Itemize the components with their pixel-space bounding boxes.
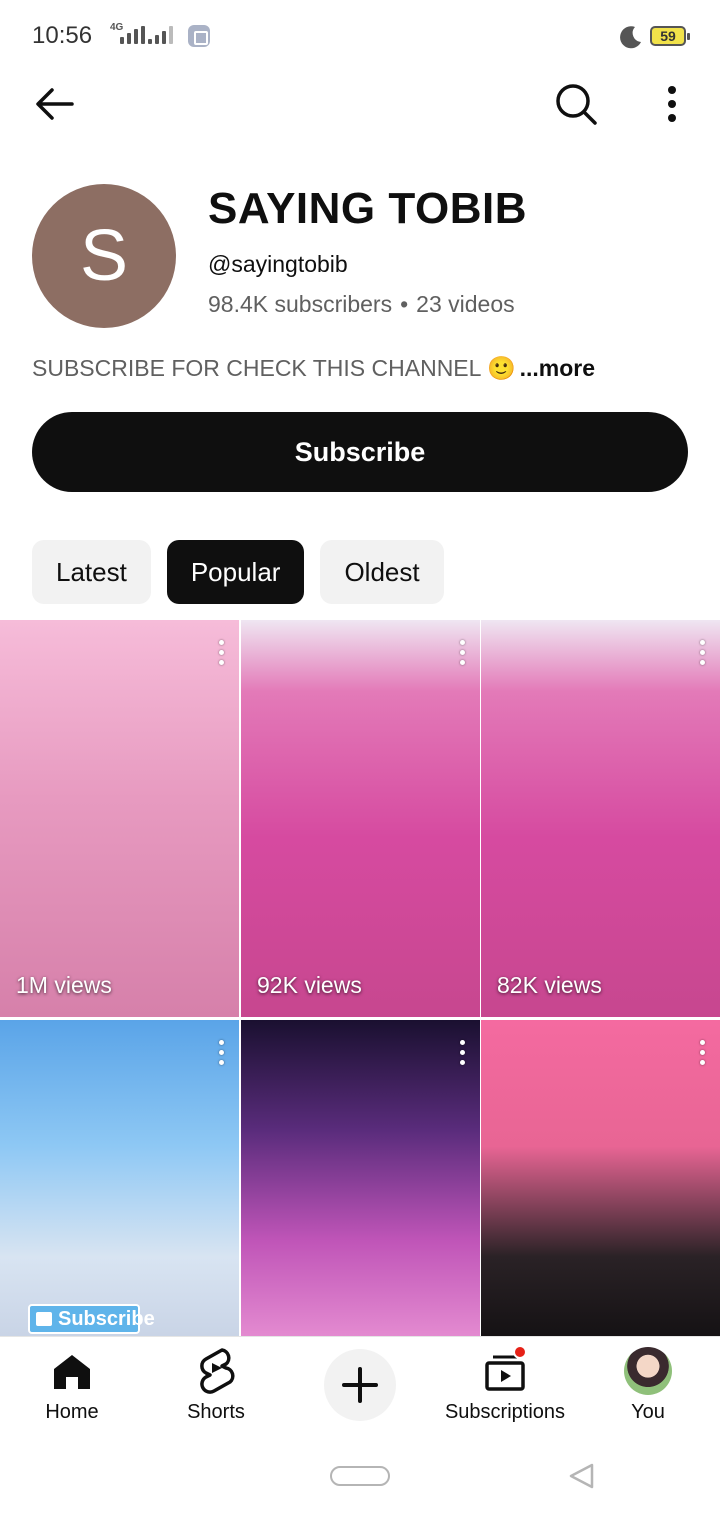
- notification-dot: [513, 1345, 527, 1359]
- short-more-icon[interactable]: [215, 1040, 227, 1068]
- short-more-icon[interactable]: [696, 1040, 708, 1068]
- short-thumbnail[interactable]: 92K views: [241, 620, 480, 1017]
- status-bar: 10:56 4G 59: [0, 0, 720, 72]
- short-more-icon[interactable]: [215, 640, 227, 668]
- battery-icon: 59: [650, 26, 690, 46]
- channel-name: SAYING TOBIB: [208, 184, 527, 233]
- signal-strength-icon: [148, 26, 173, 44]
- short-thumbnail[interactable]: [481, 1020, 720, 1336]
- chip-latest[interactable]: Latest: [32, 540, 151, 604]
- channel-top-bar: [0, 72, 720, 136]
- system-home-icon[interactable]: [330, 1466, 390, 1486]
- short-view-count: 92K views: [257, 972, 362, 998]
- short-more-icon[interactable]: [456, 640, 468, 668]
- channel-handle: @sayingtobib: [208, 251, 348, 277]
- signal-strength-icon: [120, 26, 145, 44]
- create-button[interactable]: [324, 1349, 396, 1421]
- sort-chips: Latest Popular Oldest: [32, 540, 444, 604]
- do-not-disturb-moon-icon: [620, 26, 641, 49]
- short-thumbnail[interactable]: Subscribe: [0, 1020, 239, 1336]
- chip-popular[interactable]: Popular: [166, 540, 305, 604]
- short-view-count: 82K views: [497, 972, 602, 998]
- search-icon[interactable]: [552, 80, 600, 128]
- bottom-navigation: Home Shorts Subscriptions You: [0, 1336, 720, 1436]
- channel-stats: 98.4K subscribers • 23 videos: [208, 291, 515, 318]
- subscribe-sticker: Subscribe: [28, 1304, 155, 1334]
- video-count: 23 videos: [416, 291, 515, 317]
- short-more-icon[interactable]: [696, 640, 708, 668]
- channel-avatar[interactable]: S: [32, 184, 176, 328]
- nav-subscriptions-label: Subscriptions: [444, 1401, 566, 1423]
- channel-description[interactable]: SUBSCRIBE FOR CHECK THIS CHANNEL 🙂 ...mor…: [32, 355, 595, 382]
- nav-home[interactable]: Home: [36, 1347, 108, 1424]
- plus-icon: [342, 1367, 378, 1403]
- nav-home-label: Home: [45, 1401, 99, 1423]
- status-time: 10:56: [32, 22, 93, 49]
- description-text: SUBSCRIBE FOR CHECK THIS CHANNEL 🙂: [32, 355, 516, 381]
- more-vert-icon[interactable]: [652, 80, 692, 128]
- short-more-icon[interactable]: [456, 1040, 468, 1068]
- subscriber-count: 98.4K subscribers: [208, 291, 393, 317]
- nav-shorts-label: Shorts: [187, 1401, 245, 1423]
- chip-oldest[interactable]: Oldest: [320, 540, 444, 604]
- system-back-icon[interactable]: [566, 1462, 598, 1490]
- description-more-link[interactable]: ...more: [520, 355, 595, 381]
- app-notification-icon: [188, 25, 210, 47]
- home-icon: [54, 1355, 90, 1389]
- nav-shorts[interactable]: Shorts: [180, 1347, 252, 1424]
- short-thumbnail[interactable]: 1M views: [0, 620, 239, 1017]
- nav-you-label: You: [631, 1401, 665, 1423]
- shorts-grid: 1M views 92K views 82K views Subscribe: [0, 620, 720, 1336]
- nav-you[interactable]: You: [614, 1347, 682, 1424]
- subscribe-button[interactable]: Subscribe: [32, 412, 688, 492]
- short-thumbnail[interactable]: 82K views: [481, 620, 720, 1017]
- shorts-icon: [200, 1348, 235, 1394]
- nav-subscriptions[interactable]: Subscriptions: [440, 1345, 570, 1424]
- back-arrow-icon[interactable]: [32, 84, 80, 124]
- user-avatar: [624, 1347, 672, 1395]
- subscriptions-icon: [481, 1345, 529, 1395]
- stats-separator: •: [400, 291, 409, 317]
- short-view-count: 1M views: [16, 972, 112, 998]
- system-navigation-bar: [0, 1436, 720, 1520]
- short-thumbnail[interactable]: [241, 1020, 480, 1336]
